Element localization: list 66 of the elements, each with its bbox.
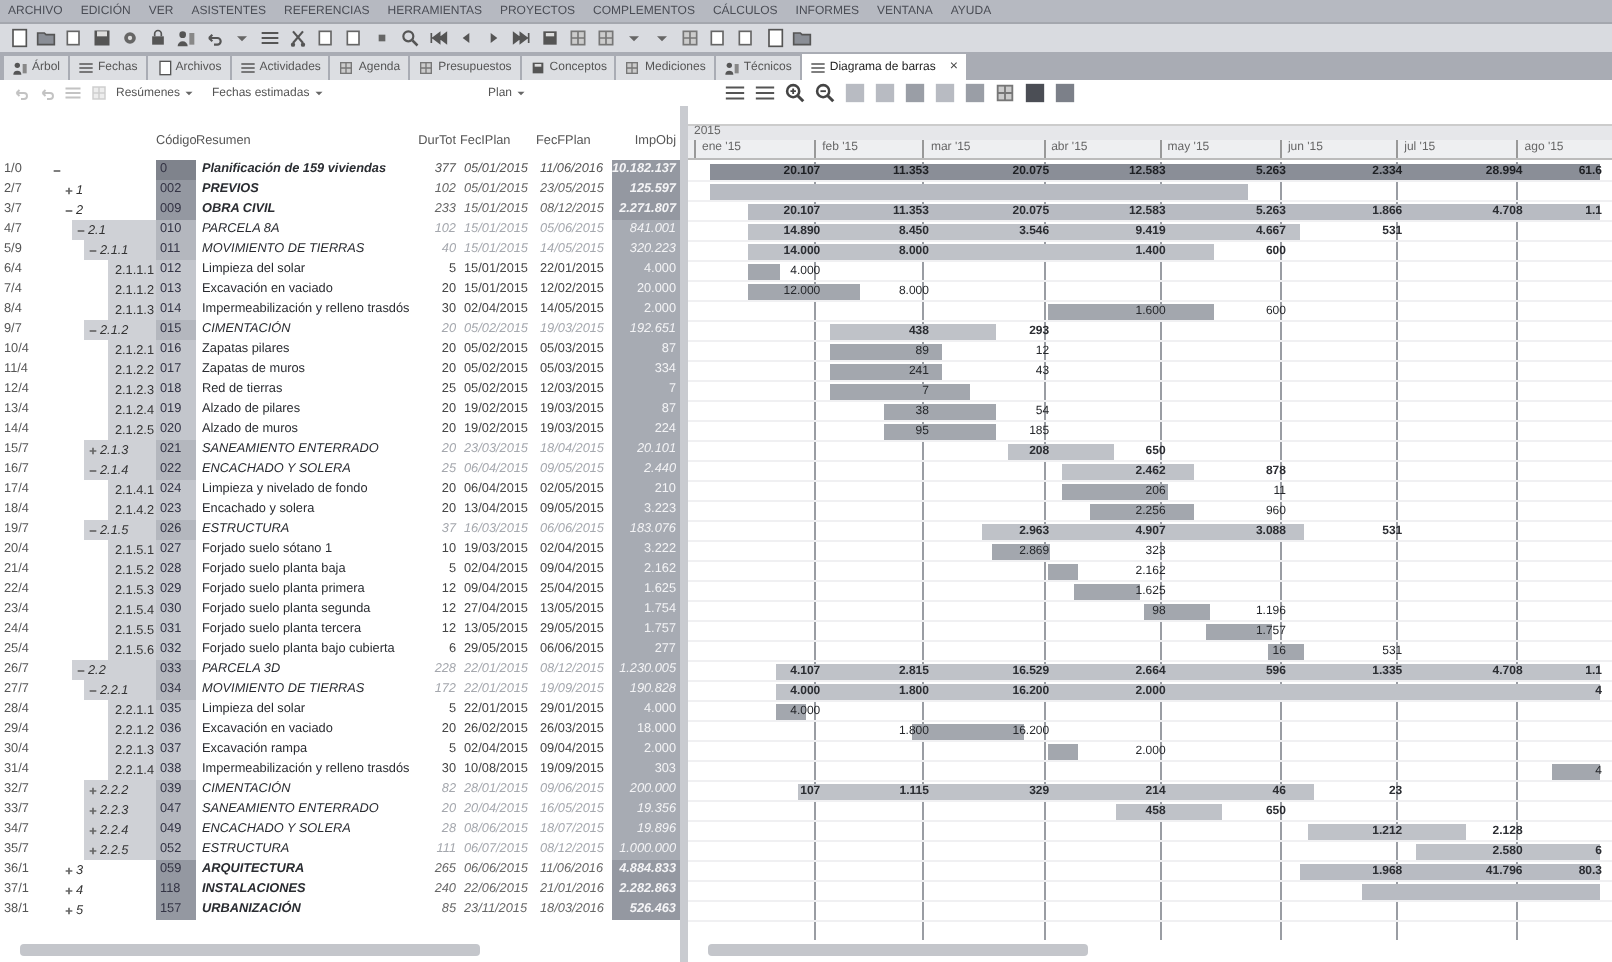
gantt-bar: [1062, 464, 1195, 480]
gantt-bar: [1116, 804, 1222, 820]
collapse-icon[interactable]: [88, 325, 98, 335]
caret-icon[interactable]: [311, 86, 326, 100]
calculator-icon[interactable]: [540, 28, 560, 48]
tab-icon[interactable]: [12, 60, 28, 76]
expand-icon[interactable]: [64, 905, 74, 915]
expand-icon[interactable]: [88, 825, 98, 835]
expand-icon[interactable]: [88, 785, 98, 795]
tab-icon[interactable]: [723, 60, 740, 76]
tab-icon[interactable]: [155, 60, 172, 76]
search-icon[interactable]: [400, 28, 420, 48]
tab-icon[interactable]: [78, 60, 95, 76]
tab-icon[interactable]: [239, 60, 256, 76]
table-icon[interactable]: [596, 28, 616, 48]
expand-icon[interactable]: [64, 865, 74, 875]
expand-icon[interactable]: [88, 805, 98, 815]
collapse-icon[interactable]: [76, 225, 86, 235]
undo-icon[interactable]: [204, 28, 224, 48]
file-icon[interactable]: [764, 28, 784, 48]
collapse-icon[interactable]: [88, 525, 98, 535]
folder-icon[interactable]: [36, 28, 56, 48]
copy-icon[interactable]: [316, 28, 336, 48]
collapse-icon[interactable]: [88, 685, 98, 695]
gantt-bar: [748, 264, 780, 280]
settings-icon[interactable]: [120, 28, 140, 48]
first-icon[interactable]: [428, 28, 448, 48]
cut-icon[interactable]: [288, 28, 308, 48]
collapse-icon[interactable]: [76, 665, 86, 675]
caret-icon[interactable]: [514, 86, 529, 100]
gantt-bar: [1008, 444, 1113, 460]
gantt-bar: [1551, 764, 1600, 780]
lines-icon[interactable]: [754, 82, 776, 104]
grid-icon[interactable]: [680, 28, 700, 48]
collapse-icon[interactable]: [88, 245, 98, 255]
tab-icon[interactable]: [529, 60, 546, 76]
new-file-icon[interactable]: [8, 28, 28, 48]
tab-icon[interactable]: [624, 60, 641, 76]
lock-icon[interactable]: [148, 28, 168, 48]
collapse-icon[interactable]: [52, 165, 62, 175]
caret-icon[interactable]: [182, 86, 197, 100]
lines-icon[interactable]: [724, 82, 746, 104]
zoom-out-icon[interactable]: [814, 82, 836, 104]
save-icon[interactable]: [92, 28, 112, 48]
paste-icon[interactable]: [344, 28, 364, 48]
grid-icon[interactable]: [994, 82, 1016, 104]
expand-icon[interactable]: [64, 885, 74, 895]
page-icon[interactable]: [64, 28, 84, 48]
zoom-in-icon[interactable]: [784, 82, 806, 104]
tab-icon[interactable]: [418, 60, 435, 76]
folder-icon[interactable]: [792, 28, 812, 48]
collapse-icon[interactable]: [64, 205, 74, 215]
lines-icon[interactable]: [260, 28, 280, 48]
expand-icon[interactable]: [64, 185, 74, 195]
expand-icon[interactable]: [88, 845, 98, 855]
last-icon[interactable]: [512, 28, 532, 48]
shade-icon[interactable]: [1024, 82, 1046, 104]
grid-icon[interactable]: [568, 28, 588, 48]
scrollbar[interactable]: [20, 944, 480, 956]
shade-icon[interactable]: [1054, 82, 1076, 104]
expand-icon[interactable]: [88, 445, 98, 455]
tab-icon[interactable]: [809, 59, 826, 75]
collapse-icon[interactable]: [88, 465, 98, 475]
scrollbar[interactable]: [708, 944, 1088, 956]
tab-icon[interactable]: [338, 60, 355, 76]
people-icon[interactable]: [176, 28, 196, 48]
